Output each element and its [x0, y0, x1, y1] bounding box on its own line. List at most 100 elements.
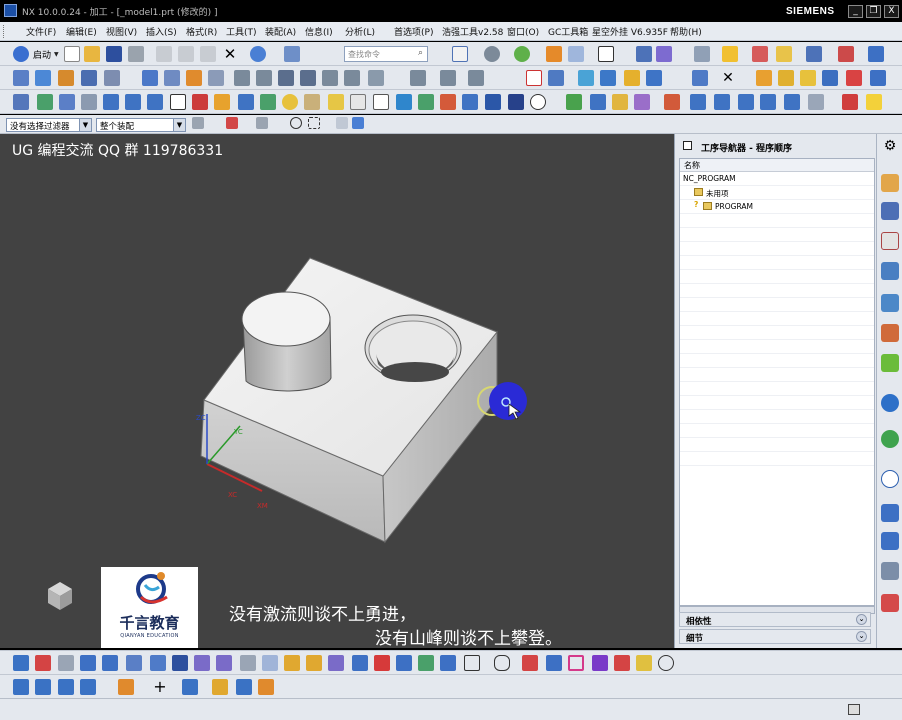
plugin-tool-31-icon[interactable]: [714, 94, 730, 110]
output-cls-icon[interactable]: [692, 70, 708, 86]
paste-icon[interactable]: [200, 46, 216, 62]
feature-tool-3-icon[interactable]: [58, 655, 74, 671]
tree-row-program[interactable]: ? PROGRAM: [680, 200, 874, 214]
snap-tool-1-icon[interactable]: [13, 679, 29, 695]
background-icon[interactable]: [598, 46, 614, 62]
feature-tool-12-icon[interactable]: [262, 655, 278, 671]
feature-tool-1-icon[interactable]: [13, 655, 29, 671]
feature-tool-14-icon[interactable]: [306, 655, 322, 671]
plugin-tool-15-icon[interactable]: [328, 94, 344, 110]
chevron-down-icon[interactable]: ▼: [79, 119, 91, 131]
snap-tool-3-icon[interactable]: [58, 679, 74, 695]
menu-gc-toolkit[interactable]: GC工具箱: [548, 25, 588, 38]
create-operation-icon[interactable]: [104, 70, 120, 86]
postprocess-icon[interactable]: [624, 70, 640, 86]
chevron-down-icon[interactable]: ⌄: [856, 614, 867, 625]
create-geometry-icon[interactable]: [58, 70, 74, 86]
tree-row-nc-program[interactable]: NC_PROGRAM: [680, 172, 874, 186]
polygon-icon[interactable]: [494, 655, 510, 671]
open-folder-icon[interactable]: [84, 46, 100, 62]
feature-tool-26-icon[interactable]: [592, 655, 608, 671]
feature-tool-16-icon[interactable]: [352, 655, 368, 671]
save-icon[interactable]: [106, 46, 122, 62]
feature-tool-11-icon[interactable]: [240, 655, 256, 671]
menu-help[interactable]: 帮助(H): [670, 25, 702, 38]
clock-icon[interactable]: [530, 94, 546, 110]
paste-operation-icon[interactable]: [278, 70, 294, 86]
minimize-button[interactable]: _: [848, 5, 863, 18]
plugin-tool-34-icon[interactable]: [784, 94, 800, 110]
snap-tool-10-icon[interactable]: [258, 679, 274, 695]
toolbar-options-icon[interactable]: [868, 46, 884, 62]
feature-group-icon[interactable]: [778, 70, 794, 86]
generate-toolpath-icon[interactable]: [526, 70, 542, 86]
menu-preferences[interactable]: 首选项(P): [394, 25, 433, 38]
details-section[interactable]: 细节 ⌄: [679, 629, 871, 644]
plugin-tool-9-icon[interactable]: [192, 94, 208, 110]
toolpath-filter-icon[interactable]: [468, 70, 484, 86]
menu-assembly[interactable]: 装配(A): [265, 25, 296, 38]
plugin-tool-10-icon[interactable]: [214, 94, 230, 110]
history-icon[interactable]: [881, 354, 899, 372]
replay-toolpath-icon[interactable]: [548, 70, 564, 86]
column-header-name[interactable]: 名称: [680, 159, 874, 172]
plugin-tool-26-icon[interactable]: [590, 94, 606, 110]
plugin-tool-30-icon[interactable]: [690, 94, 706, 110]
start-label[interactable]: 启动: [33, 48, 51, 61]
geometry-view-icon[interactable]: [186, 70, 202, 86]
feature-tool-27-icon[interactable]: [614, 655, 630, 671]
hd3d-tools-icon[interactable]: [881, 294, 899, 312]
align-icon[interactable]: [846, 70, 862, 86]
plus-icon[interactable]: +: [152, 679, 168, 695]
menu-haoqiang-tools[interactable]: 浩强工具v2.58: [442, 25, 503, 38]
multi-blade-icon[interactable]: [800, 70, 816, 86]
arrow-right-icon[interactable]: [102, 655, 118, 671]
object-move-icon[interactable]: [410, 70, 426, 86]
menu-tools[interactable]: 工具(T): [226, 25, 257, 38]
fit-view-icon[interactable]: [452, 46, 468, 62]
plugin-tool-12-icon[interactable]: [260, 94, 276, 110]
delete-operation-icon[interactable]: [344, 70, 360, 86]
lock-icon[interactable]: [756, 70, 772, 86]
plugin-tool-20-icon[interactable]: [440, 94, 456, 110]
plugin-tool-2-icon[interactable]: [37, 94, 53, 110]
reuse-library-icon[interactable]: [881, 262, 899, 280]
chevron-down-icon[interactable]: ⌄: [856, 631, 867, 642]
filter-reset-icon[interactable]: [192, 117, 204, 129]
menu-window[interactable]: 窗口(O): [507, 25, 539, 38]
snap-point-icon[interactable]: [226, 117, 238, 129]
new-file-icon[interactable]: [64, 46, 80, 62]
system-materials-icon[interactable]: [881, 394, 899, 412]
circle-icon[interactable]: [658, 655, 674, 671]
palette-icon[interactable]: [881, 562, 899, 580]
plugin-tool-22-icon[interactable]: [485, 94, 501, 110]
menu-analysis[interactable]: 分析(L): [345, 25, 375, 38]
program-order-view-icon[interactable]: [142, 70, 158, 86]
snap-tool-2-icon[interactable]: [35, 679, 51, 695]
copy-operation-icon[interactable]: [256, 70, 272, 86]
feature-tool-24-icon[interactable]: [546, 655, 562, 671]
feature-tool-17-icon[interactable]: [374, 655, 390, 671]
menu-information[interactable]: 信息(I): [305, 25, 333, 38]
plugin-tool-23-icon[interactable]: [508, 94, 524, 110]
part-nav-icon[interactable]: [881, 232, 899, 250]
feature-tool-20-icon[interactable]: [440, 655, 456, 671]
constraint-nav-icon[interactable]: [881, 202, 899, 220]
point-icon[interactable]: [722, 46, 738, 62]
snap-tool-4-icon[interactable]: [80, 679, 96, 695]
menu-view[interactable]: 视图(V): [106, 25, 137, 38]
toolbar2-options-icon[interactable]: [870, 70, 886, 86]
show-hide-icon[interactable]: [568, 46, 584, 62]
arrow-left-icon[interactable]: [80, 655, 96, 671]
plugin-tool-7-icon[interactable]: [147, 94, 163, 110]
remove-icon[interactable]: ✕: [720, 70, 736, 86]
plugin-tool-6-icon[interactable]: [125, 94, 141, 110]
plugin-tool-18-icon[interactable]: [396, 94, 412, 110]
snap-tool-5-icon[interactable]: [118, 679, 134, 695]
snap-tool-7-icon[interactable]: [182, 679, 198, 695]
measure-icon[interactable]: [694, 46, 710, 62]
plugin-tool-19-icon[interactable]: [418, 94, 434, 110]
toolbar-grip[interactable]: [3, 25, 7, 38]
select-arrow-icon[interactable]: [256, 117, 268, 129]
feature-tool-6-icon[interactable]: [126, 655, 142, 671]
